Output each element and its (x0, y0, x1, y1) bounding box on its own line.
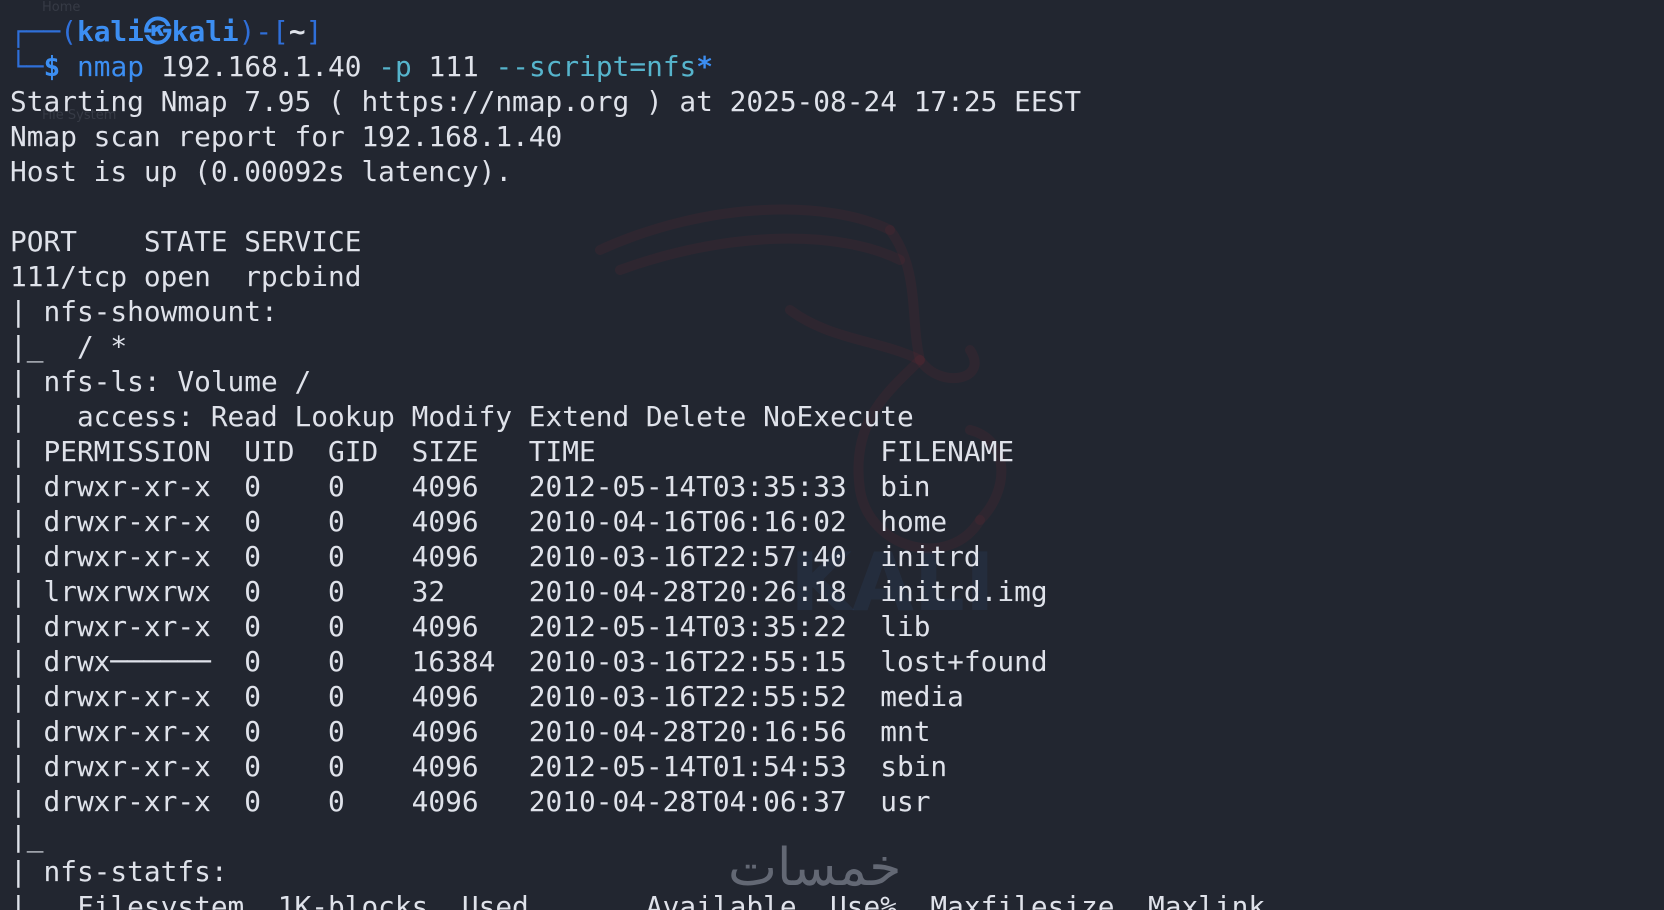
nfs-ls-header: | PERMISSION UID GID SIZE TIME FILENAME (10, 435, 1015, 468)
command-target: 192.168.1.40 (160, 50, 362, 83)
nfs-ls-row: | drwxr-xr-x 0 0 4096 2012-05-14T01:54:5… (10, 750, 948, 783)
command-glob: * (696, 50, 714, 83)
nfs-ls-row: | drwxr-xr-x 0 0 4096 2012-05-14T03:35:2… (10, 610, 931, 643)
output-blank-line (10, 189, 1664, 224)
nfs-ls-row: | drwx────── 0 0 16384 2010-03-16T22:55:… (10, 645, 1048, 678)
prompt-frame-top: ┌──( (10, 15, 77, 48)
prompt-frame-close: ] (305, 15, 323, 48)
port-table-row: 111/tcp open rpcbind (10, 260, 362, 293)
command-program: nmap (76, 50, 144, 83)
command-port-flag: -p (378, 50, 412, 83)
nfs-showmount-title: | nfs-showmount: (10, 295, 278, 328)
prompt-user: kali (76, 15, 144, 48)
nfs-ls-access: | access: Read Lookup Modify Extend Dele… (10, 400, 914, 433)
prompt-host: kali (171, 15, 239, 48)
terminal-output: ┌──(kali㉿kali)-[~] └─$ nmap 192.168.1.40… (10, 14, 1664, 910)
desktop-icon-home-label: Home (42, 0, 81, 15)
command-script-flag: --script=nfs (495, 50, 697, 83)
output-start-line: Starting Nmap 7.95 ( https://nmap.org ) … (10, 85, 1082, 118)
nfs-ls-row: | drwxr-xr-x 0 0 4096 2010-04-28T20:16:5… (10, 715, 931, 748)
command-port: 111 (428, 50, 479, 83)
prompt-dollar: $ (43, 50, 61, 83)
nfs-ls-title: | nfs-ls: Volume / (10, 365, 312, 398)
command-line[interactable]: └─$ nmap 192.168.1.40 -p 111 --script=nf… (10, 49, 1664, 84)
nfs-ls-row: | drwxr-xr-x 0 0 4096 2010-04-16T06:16:0… (10, 505, 948, 538)
output-host-up-line: Host is up (0.00092s latency). (10, 155, 513, 188)
port-table-header: PORT STATE SERVICE (10, 225, 362, 258)
prompt-cwd: ~ (288, 15, 306, 48)
output-report-line: Nmap scan report for 192.168.1.40 (10, 120, 563, 153)
nfs-ls-row: | drwxr-xr-x 0 0 4096 2010-04-28T04:06:3… (10, 785, 931, 818)
nfs-ls-row: | lrwxrwxrwx 0 0 32 2010-04-28T20:26:18 … (10, 575, 1048, 608)
nfs-showmount-entry: |_ / * (10, 330, 128, 363)
nfs-ls-row: | drwxr-xr-x 0 0 4096 2010-03-16T22:55:5… (10, 680, 964, 713)
prompt-line: ┌──(kali㉿kali)-[~] (10, 14, 1664, 49)
skull-at-icon: ㉿ (143, 15, 172, 48)
nfs-ls-row: | drwxr-xr-x 0 0 4096 2012-05-14T03:35:3… (10, 470, 931, 503)
terminal-window[interactable]: KALI Home File System ┌──(kali㉿kali)-[~]… (0, 0, 1664, 910)
prompt-frame-bottom: └─ (10, 50, 44, 83)
prompt-frame-mid: )-[ (238, 15, 289, 48)
khamsat-watermark-logo: خمسات (728, 838, 902, 898)
nfs-ls-row: | drwxr-xr-x 0 0 4096 2010-03-16T22:57:4… (10, 540, 981, 573)
